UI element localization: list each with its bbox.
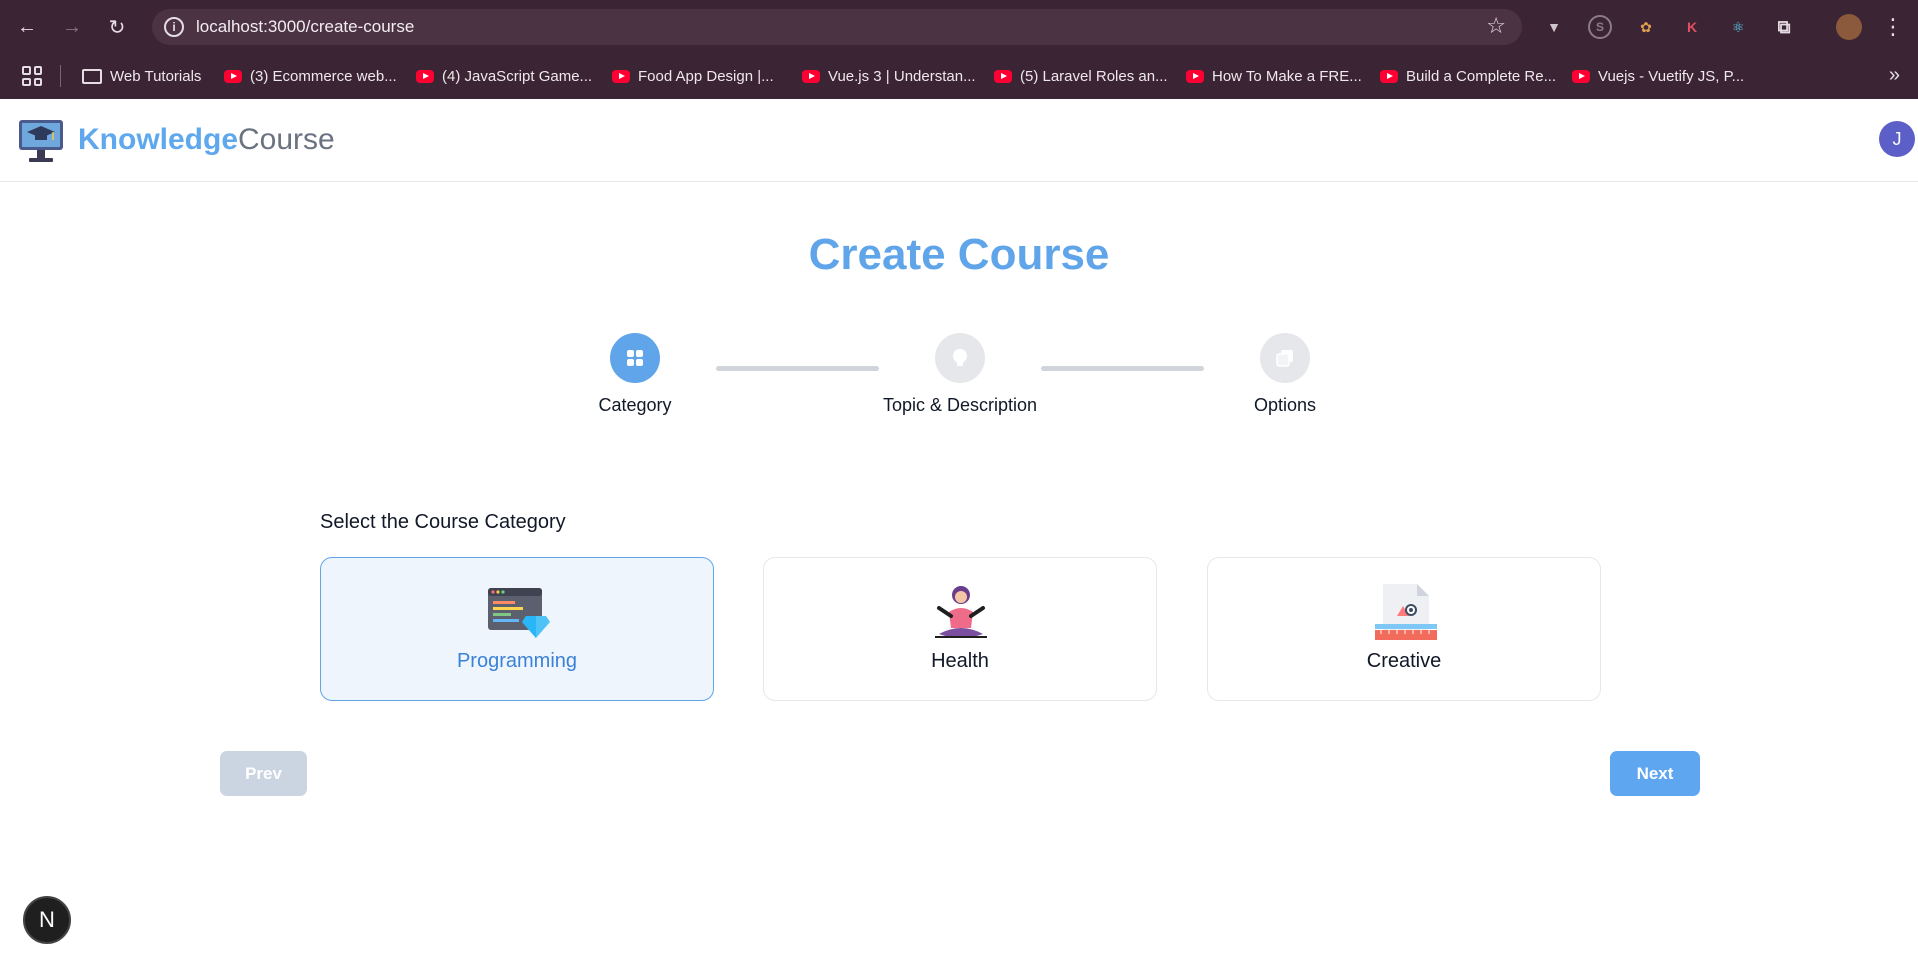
youtube-icon (1572, 70, 1590, 83)
step-topic-description: Topic & Description (860, 333, 1060, 416)
react-devtools-icon[interactable]: ⚛ (1726, 15, 1750, 39)
step-options: Options (1185, 333, 1385, 416)
bookmark-item[interactable]: Food App Design |... (612, 54, 774, 99)
page-title: Create Course (808, 230, 1110, 279)
bookmark-item[interactable]: (5) Laravel Roles an... (994, 54, 1168, 99)
bookmark-star-icon[interactable]: ☆ (1486, 13, 1506, 39)
step-label: Topic & Description (882, 395, 1038, 415)
app-header: KnowledgeCourse J (0, 99, 1918, 182)
youtube-icon (612, 70, 630, 83)
extension-icon[interactable]: K (1680, 15, 1704, 39)
category-label: Programming (456, 650, 578, 672)
vue-devtools-icon[interactable]: ▼ (1542, 15, 1566, 39)
extension-icon[interactable]: ✿ (1634, 15, 1658, 39)
section-label: Select the Course Category (320, 511, 566, 533)
step-label: Category (598, 395, 672, 415)
stepper-connector (1041, 366, 1204, 371)
profile-avatar[interactable] (1836, 14, 1862, 40)
url-text[interactable]: localhost:3000/create-course (196, 9, 414, 45)
bookmark-item[interactable]: (4) JavaScript Game... (416, 54, 592, 99)
youtube-icon (1380, 70, 1398, 83)
category-label: Creative (1366, 650, 1442, 672)
bookmark-item[interactable]: How To Make a FRE... (1186, 54, 1362, 99)
copy-icon (1260, 333, 1310, 383)
meditation-icon (935, 586, 987, 638)
address-bar[interactable]: i localhost:3000/create-course ☆ (152, 9, 1522, 45)
category-label: Health (931, 650, 989, 672)
category-card-programming[interactable]: Programming (320, 557, 714, 701)
menu-icon[interactable]: ⋮ (1878, 12, 1908, 42)
youtube-icon (994, 70, 1012, 83)
nextjs-dev-badge[interactable]: N (23, 896, 71, 944)
site-info-icon[interactable]: i (164, 17, 184, 37)
back-icon[interactable]: ← (12, 12, 42, 42)
folder-icon (82, 69, 102, 84)
step-label: Options (1253, 395, 1317, 415)
bookmarks-bar: Web Tutorials (3) Ecommerce web... (4) J… (0, 54, 1918, 99)
bookmark-item[interactable]: (3) Ecommerce web... (224, 54, 397, 99)
extensions-puzzle-icon[interactable]: ⧉ (1772, 15, 1796, 39)
category-card-health[interactable]: Health (763, 557, 1157, 701)
grid-icon (610, 333, 660, 383)
chevron-double-right-icon[interactable]: » (1889, 64, 1900, 87)
brand-name[interactable]: KnowledgeCourse (78, 99, 335, 181)
code-window-icon (488, 588, 550, 638)
bookmark-item[interactable]: Build a Complete Re... (1380, 54, 1556, 99)
apps-grid-icon[interactable] (22, 66, 42, 86)
youtube-icon (416, 70, 434, 83)
browser-toolbar: ← → ↻ i localhost:3000/create-course ☆ ▼… (0, 0, 1918, 54)
forward-icon[interactable]: → (57, 12, 87, 42)
divider (60, 65, 61, 87)
user-avatar[interactable]: J (1879, 121, 1915, 157)
youtube-icon (1186, 70, 1204, 83)
extension-icon[interactable]: S (1588, 15, 1612, 39)
design-document-icon (1375, 584, 1437, 640)
step-category: Category (535, 333, 735, 416)
youtube-icon (802, 70, 820, 83)
stepper-connector (716, 366, 879, 371)
prev-button[interactable]: Prev (220, 751, 307, 796)
next-button[interactable]: Next (1610, 751, 1700, 796)
graduation-monitor-icon[interactable] (17, 116, 65, 164)
bookmark-folder[interactable]: Web Tutorials (82, 54, 201, 99)
bookmark-item[interactable]: Vuejs - Vuetify JS, P... (1572, 54, 1744, 99)
youtube-icon (224, 70, 242, 83)
bookmark-item[interactable]: Vue.js 3 | Understan... (802, 54, 976, 99)
reload-icon[interactable]: ↻ (102, 12, 132, 42)
category-card-creative[interactable]: Creative (1207, 557, 1601, 701)
lightbulb-icon (935, 333, 985, 383)
